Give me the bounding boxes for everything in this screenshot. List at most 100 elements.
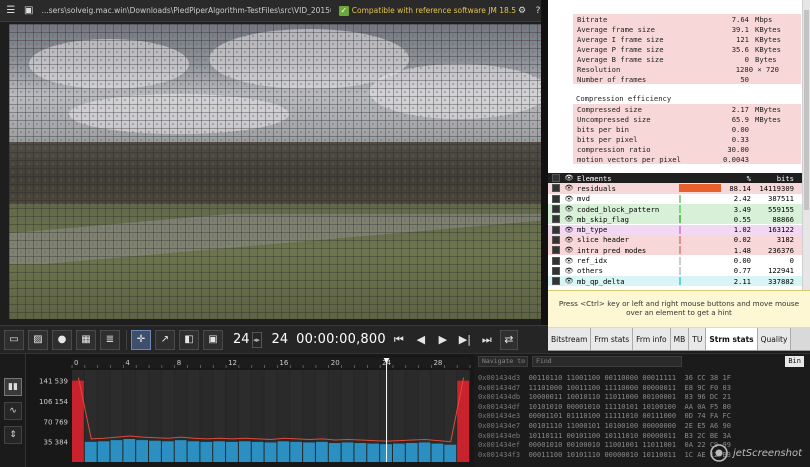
find-input[interactable]: Find [532, 355, 682, 367]
tab-quality[interactable]: Quality [757, 328, 792, 350]
hex-line[interactable]: 0x001434ef 00001010 00100010 11001001 11… [478, 441, 731, 450]
eye-icon[interactable]: 👁 [563, 267, 575, 275]
overlay-icon[interactable]: ◧ [179, 329, 199, 350]
p-frame-bar[interactable] [136, 440, 149, 462]
hex-line[interactable]: 0x001434d7 11101000 10011100 11110000 00… [478, 384, 731, 393]
element-row[interactable]: 👁 mb_skip_flag 0.55 88866 [548, 214, 802, 225]
p-frame-bar[interactable] [392, 443, 405, 462]
hex-line[interactable]: 0x001434f3 00011100 10101110 00000010 10… [478, 451, 731, 460]
p-frame-bar[interactable] [444, 444, 457, 462]
hex-line[interactable]: 0x001434e3 00001101 01110100 11111010 00… [478, 412, 731, 421]
p-frame-bar[interactable] [405, 443, 418, 462]
color-swatch[interactable] [552, 215, 560, 224]
color-swatch[interactable] [552, 277, 560, 286]
element-row[interactable]: 👁 ref_idx 0.00 0 [548, 255, 802, 266]
color-swatch[interactable] [552, 246, 560, 255]
color-swatch[interactable] [552, 235, 560, 244]
hex-line[interactable]: 0x001434e7 00101110 11000101 10100100 00… [478, 422, 731, 431]
prev-frame-icon[interactable]: ◀ [412, 330, 430, 350]
timecode[interactable]: 00:00:00,800 [296, 332, 386, 347]
hex-line[interactable]: 0x001434db 10000011 10010110 11011000 00… [478, 393, 731, 402]
tab-bitstream[interactable]: Bitstream [548, 328, 592, 350]
loop-icon[interactable]: ⇄ [499, 329, 518, 350]
eye-icon[interactable]: 👁 [563, 246, 575, 254]
tab-frm-info[interactable]: Frm info [633, 328, 671, 350]
element-row[interactable]: 👁 mb_type 1.02 163122 [548, 224, 802, 235]
frame-view-icon[interactable]: ▭ [4, 329, 24, 350]
grid-icon[interactable]: ▦ [76, 329, 96, 350]
element-row[interactable]: 👁 mvd 2.42 387511 [548, 193, 802, 204]
frame-size-chart[interactable]: 0481216202428141 539106 15470 76935 384 [0, 354, 474, 467]
hex-line[interactable]: 0x001434df 10101010 00001010 11110101 10… [478, 403, 731, 412]
tab-tu[interactable]: TU [689, 328, 707, 350]
settings-icon[interactable]: ⚙ [516, 5, 528, 17]
p-frame-bar[interactable] [226, 441, 238, 462]
menu-icon[interactable]: ☰ [4, 3, 18, 19]
color-swatch[interactable] [552, 256, 560, 265]
open-file-icon[interactable]: ▣ [22, 3, 36, 19]
p-frame-bar[interactable] [110, 440, 123, 462]
eye-icon[interactable]: 👁 [563, 184, 575, 192]
list-icon[interactable]: ≣ [100, 329, 120, 350]
element-row[interactable]: 👁 intra pred modes 1.48 236376 [548, 245, 802, 256]
next-frame-icon[interactable]: ▶| [456, 330, 474, 350]
p-frame-bar[interactable] [174, 440, 187, 462]
color-swatch[interactable] [552, 205, 560, 214]
p-frame-bar[interactable] [354, 443, 367, 462]
p-frame-bar[interactable] [290, 441, 303, 462]
p-frame-bar[interactable] [161, 441, 174, 462]
p-frame-bar[interactable] [264, 442, 277, 462]
play-icon[interactable]: ▶ [434, 330, 452, 350]
color-swatch[interactable] [552, 266, 560, 275]
p-frame-bar[interactable] [328, 443, 341, 462]
p-frame-bar[interactable] [97, 441, 110, 462]
eye-icon[interactable]: 👁 [563, 215, 575, 223]
hex-line[interactable]: 0x001434d3 00110110 11001100 00110000 00… [478, 374, 731, 383]
element-row[interactable]: 👁 others 0.77 122941 [548, 265, 802, 276]
frame-stepper[interactable]: ◂▸ [251, 331, 262, 348]
p-frame-bar[interactable] [187, 441, 200, 462]
tab-strm-stats[interactable]: Strm stats [706, 328, 758, 350]
p-frame-bar[interactable] [367, 443, 380, 462]
p-frame-bar[interactable] [149, 440, 161, 462]
tab-mb[interactable]: MB [670, 328, 690, 350]
stats-scrollbar[interactable] [802, 0, 810, 290]
color-swatch[interactable] [552, 225, 560, 234]
arrow-tool-icon[interactable]: ↗ [155, 329, 175, 350]
p-frame-bar[interactable] [200, 441, 213, 462]
mv-tool-icon[interactable]: ✛ [131, 329, 151, 350]
frame-index[interactable]: 24 [233, 332, 250, 347]
eye-icon[interactable]: 👁 [563, 195, 575, 203]
first-frame-icon[interactable]: ⏮ [390, 330, 408, 350]
last-frame-icon[interactable]: ⏭ [478, 330, 496, 350]
color-swatch[interactable] [552, 184, 560, 193]
element-row[interactable]: 👁 mb_qp_delta 2.11 337882 [548, 276, 802, 287]
p-frame-bar[interactable] [418, 442, 431, 462]
frame-number[interactable]: 24 [272, 332, 289, 347]
bin-toggle[interactable]: Bin [785, 355, 804, 367]
eye-icon[interactable]: 👁 [563, 205, 575, 213]
element-row[interactable]: 👁 slice header 0.02 3182 [548, 234, 802, 246]
element-row[interactable]: 👁 coded_block_pattern 3.49 559155 [548, 203, 802, 215]
p-frame-bar[interactable] [431, 443, 444, 462]
eye-icon[interactable]: 👁 [563, 174, 575, 182]
color-planes-icon[interactable]: ● [52, 329, 72, 350]
tab-frm-stats[interactable]: Frm stats [591, 328, 634, 350]
p-frame-bar[interactable] [123, 439, 136, 462]
navigate-input[interactable]: Navigate to [478, 355, 528, 367]
eye-icon[interactable]: 👁 [563, 236, 575, 244]
p-frame-bar[interactable] [238, 441, 251, 462]
p-frame-bar[interactable] [341, 442, 354, 462]
video-frame[interactable] [9, 24, 541, 319]
hex-line[interactable]: 0x001434eb 10110111 00101100 10111010 00… [478, 432, 731, 441]
eye-icon[interactable]: 👁 [563, 277, 575, 285]
p-frame-bar[interactable] [277, 441, 290, 462]
p-frame-bar[interactable] [303, 442, 315, 462]
p-frame-bar[interactable] [315, 441, 328, 462]
divider[interactable] [541, 0, 548, 325]
eye-icon[interactable]: 👁 [563, 257, 575, 265]
image-icon[interactable]: ▨ [28, 329, 48, 350]
i-frame-bar[interactable] [457, 380, 469, 462]
p-frame-bar[interactable] [251, 441, 264, 462]
element-row[interactable]: 👁 residuals 88.14 14119309 [548, 183, 802, 194]
